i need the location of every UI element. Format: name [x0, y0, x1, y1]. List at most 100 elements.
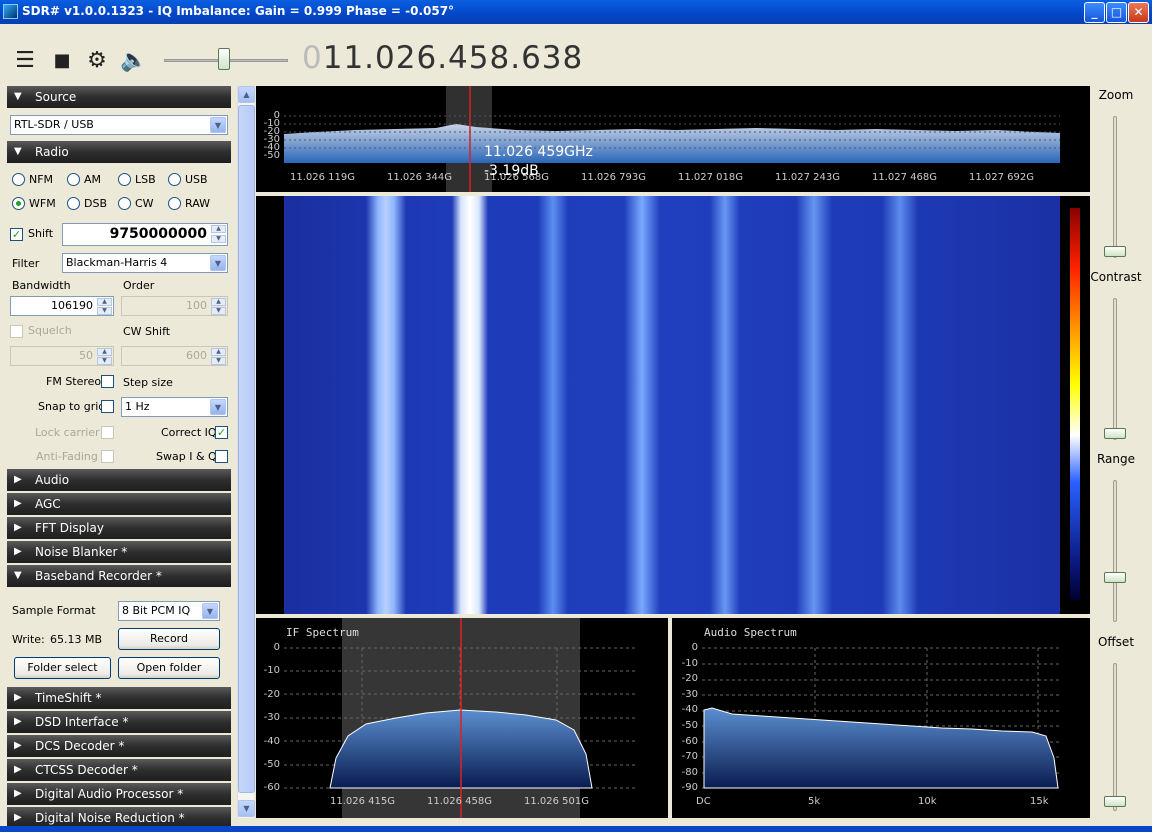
- mode-label-dsb: DSB: [84, 197, 107, 210]
- filter-select[interactable]: Blackman-Harris 4 ▼: [62, 253, 228, 273]
- spin-down-icon: ▼: [97, 357, 112, 365]
- filter-label: Filter: [12, 257, 40, 270]
- offset-slider-thumb[interactable]: [1104, 796, 1126, 807]
- mode-radio-raw[interactable]: [168, 197, 181, 210]
- filter-value: Blackman-Harris 4: [66, 256, 168, 269]
- section-header-audio[interactable]: ▶ Audio: [7, 469, 231, 491]
- y-tick-label: 0: [273, 642, 280, 653]
- record-button[interactable]: Record: [118, 628, 220, 650]
- scroll-down-icon[interactable]: ▼: [238, 800, 255, 817]
- spin-up-icon[interactable]: ▲: [97, 298, 112, 306]
- write-value: 65.13 MB: [50, 633, 103, 646]
- spectrum-panel[interactable]: 0 -10 -20 -30 -40 -50 11.026 119G 11.026 344G 1…: [256, 86, 1090, 192]
- x-tick-label: 11.026 344G: [387, 172, 453, 183]
- offset-label: Offset: [1097, 635, 1135, 649]
- spin-down-icon[interactable]: ▼: [97, 307, 112, 315]
- mode-radio-usb[interactable]: [168, 173, 181, 186]
- minimize-button[interactable]: _: [1084, 2, 1105, 23]
- scroll-up-icon[interactable]: ▲: [238, 86, 255, 103]
- spin-up-icon[interactable]: ▲: [211, 225, 226, 233]
- step-select[interactable]: 1 Hz ▼: [121, 397, 228, 417]
- y-tick-label: -20: [263, 688, 280, 700]
- x-tick-label: 11.026 458G: [427, 796, 493, 807]
- section-header-digital-audio-processor[interactable]: ▶ Digital Audio Processor *: [7, 783, 231, 805]
- if-spectrum-graph: [284, 618, 636, 818]
- mode-radio-dsb[interactable]: [67, 197, 80, 210]
- section-header-dsd-interface[interactable]: ▶ DSD Interface *: [7, 711, 231, 733]
- x-tick-label: 10k: [918, 796, 937, 807]
- if-spectrum-panel[interactable]: IF Spectrum 0 -10 -20 -30 -40 -50 -60 11.026 4…: [256, 618, 668, 818]
- speaker-icon[interactable]: 🔈: [120, 50, 147, 72]
- stop-icon[interactable]: ■: [49, 50, 75, 72]
- cwshift-value: 600: [186, 349, 207, 362]
- stepsize-label: Step size: [123, 376, 173, 389]
- frequency-display[interactable]: 011.026.458.638: [302, 40, 583, 76]
- x-tick-label: 15k: [1030, 796, 1049, 807]
- source-header[interactable]: ▼ Source: [7, 86, 231, 108]
- folder-select-button[interactable]: Folder select: [14, 657, 111, 679]
- correctiq-checkbox[interactable]: ✓: [215, 426, 228, 439]
- fmstereo-checkbox[interactable]: [101, 375, 114, 388]
- mode-label-lsb: LSB: [135, 173, 156, 186]
- y-tick-label: -90: [681, 782, 698, 794]
- audio-spectrum-panel[interactable]: Audio Spectrum 0 -10 -20 -30 -40 -50 -60 -70 -80…: [672, 618, 1090, 818]
- shift-label: Shift: [28, 227, 54, 240]
- close-button[interactable]: ✕: [1128, 2, 1149, 23]
- spectrum-graph: [284, 86, 1060, 192]
- section-header-noise-blanker[interactable]: ▶ Noise Blanker *: [7, 541, 231, 563]
- source-device-select[interactable]: RTL-SDR / USB ▼: [10, 115, 228, 135]
- gear-icon[interactable]: ⚙: [84, 50, 110, 72]
- offset-slider[interactable]: [1113, 663, 1117, 811]
- sample-format-select[interactable]: 8 Bit PCM IQ ▼: [118, 601, 220, 621]
- mode-label-am: AM: [84, 173, 102, 186]
- mode-radio-am[interactable]: [67, 173, 80, 186]
- spin-down-icon[interactable]: ▼: [211, 235, 226, 243]
- section-header-label: Digital Audio Processor *: [35, 787, 184, 801]
- mode-radio-wfm[interactable]: [12, 197, 25, 210]
- section-header-label: Audio: [35, 473, 70, 487]
- waterfall-image: [284, 196, 1060, 614]
- antifading-label: Anti-Fading: [36, 450, 98, 463]
- x-tick-label: 11.027 692G: [969, 172, 1035, 183]
- contrast-slider[interactable]: [1113, 298, 1117, 440]
- menu-icon[interactable]: ☰: [12, 50, 38, 72]
- swapiq-checkbox[interactable]: [215, 450, 228, 463]
- source-device-value: RTL-SDR / USB: [14, 118, 94, 131]
- section-header-timeshift[interactable]: ▶ TimeShift *: [7, 687, 231, 709]
- expand-icon: ▶: [14, 788, 22, 799]
- snap-checkbox[interactable]: [101, 400, 114, 413]
- range-slider[interactable]: [1113, 480, 1117, 622]
- scrollbar-thumb[interactable]: [238, 105, 255, 793]
- section-header-dcs-decoder[interactable]: ▶ DCS Decoder *: [7, 735, 231, 757]
- mode-radio-lsb[interactable]: [118, 173, 131, 186]
- squelch-label: Squelch: [28, 324, 72, 337]
- contrast-slider-thumb[interactable]: [1104, 428, 1126, 439]
- shift-checkbox[interactable]: ✓: [10, 228, 23, 241]
- radio-header[interactable]: ▼ Radio: [7, 141, 231, 163]
- section-header-ctcss-decoder[interactable]: ▶ CTCSS Decoder *: [7, 759, 231, 781]
- mode-radio-nfm[interactable]: [12, 173, 25, 186]
- bandwidth-input[interactable]: 106190 ▲ ▼: [10, 296, 114, 316]
- y-tick-label: -50: [263, 759, 280, 770]
- recorder-header[interactable]: ▼ Baseband Recorder *: [7, 565, 231, 587]
- maximize-button[interactable]: □: [1106, 2, 1127, 23]
- waterfall-panel[interactable]: [256, 196, 1090, 614]
- left-panel-scrollbar[interactable]: ▲ ▼: [237, 86, 255, 818]
- volume-slider-thumb[interactable]: [218, 48, 230, 70]
- collapse-icon: ▼: [14, 570, 22, 581]
- y-tick-label: -50: [681, 720, 698, 731]
- chevron-down-icon: ▼: [210, 255, 226, 271]
- shift-input[interactable]: 9750000000 ▲ ▼: [62, 223, 228, 246]
- expand-icon: ▶: [14, 498, 22, 509]
- waterfall-cursor: [470, 196, 471, 614]
- zoom-slider[interactable]: [1113, 116, 1117, 258]
- mode-radio-cw[interactable]: [118, 197, 131, 210]
- zoom-label: Zoom: [1098, 88, 1134, 102]
- expand-icon: ▶: [14, 764, 22, 775]
- section-header-fft-display[interactable]: ▶ FFT Display: [7, 517, 231, 539]
- section-header-agc[interactable]: ▶ AGC: [7, 493, 231, 515]
- range-slider-thumb[interactable]: [1104, 572, 1126, 583]
- zoom-slider-thumb[interactable]: [1104, 246, 1126, 257]
- expand-icon: ▶: [14, 716, 22, 727]
- open-folder-button[interactable]: Open folder: [118, 657, 220, 679]
